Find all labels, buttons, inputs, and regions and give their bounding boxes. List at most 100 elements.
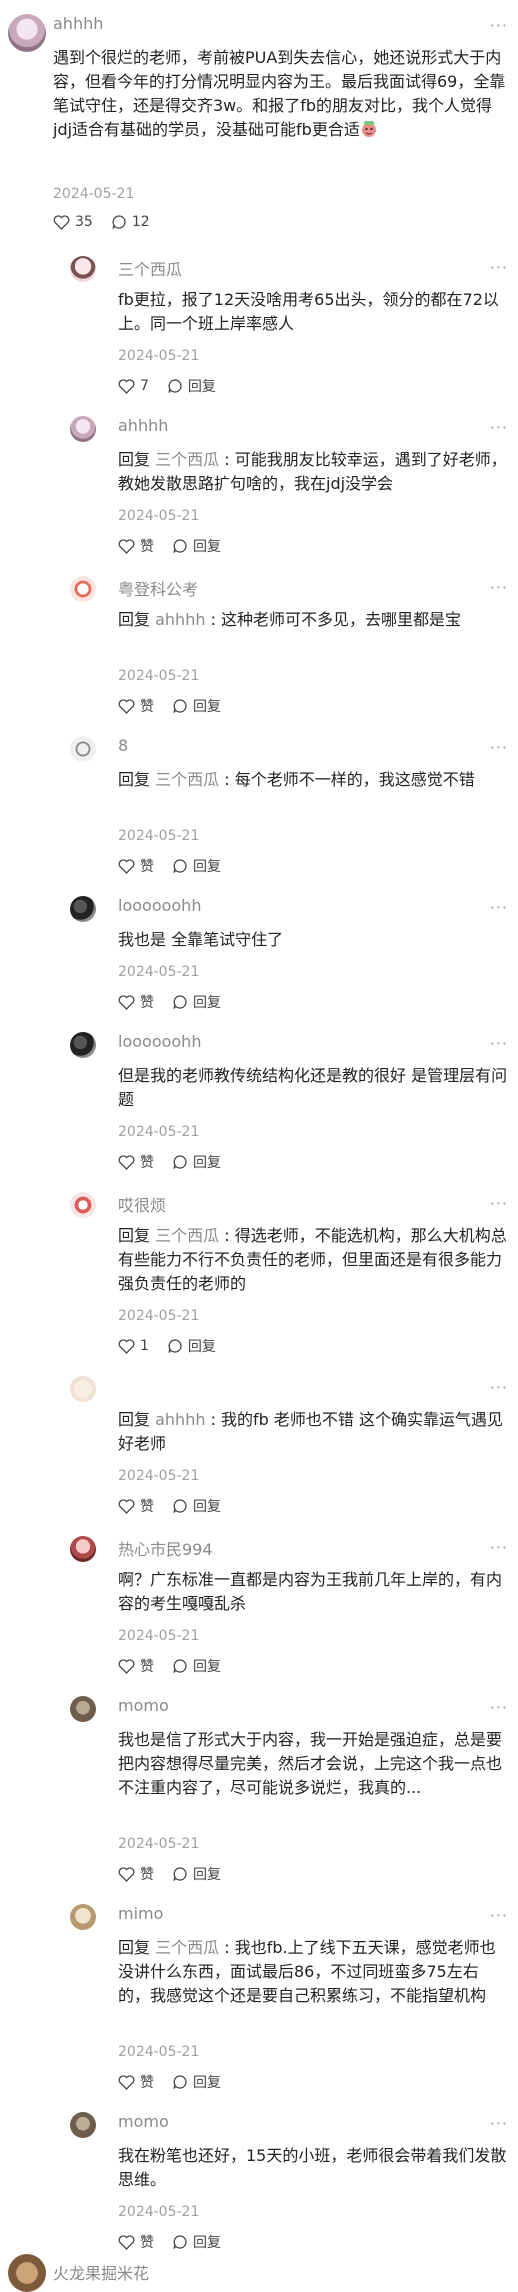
reply-avatar[interactable] [70, 1904, 96, 1930]
more-options-icon[interactable]: ··· [490, 738, 508, 757]
reply-button[interactable]: 回复 [167, 376, 216, 396]
reply-label: 回复 [193, 995, 221, 1011]
reply-avatar[interactable] [70, 1376, 96, 1402]
reply-colon: : [219, 770, 235, 789]
reply-actions: 赞 回复 [118, 1152, 221, 1172]
reply-username[interactable]: 热心市民994 [118, 1536, 213, 1560]
reply-username[interactable]: ahhhh [118, 416, 168, 435]
reply-avatar[interactable] [70, 736, 96, 762]
more-options-icon[interactable]: ··· [490, 1538, 508, 1557]
heart-icon [118, 1866, 135, 1882]
reply-label: 回复 [193, 859, 221, 875]
comment-text-content: 遇到个很烂的老师，考前被PUA到失去信心，她还说形式大于内容，但看今年的打分情况… [53, 48, 506, 139]
reply-username[interactable]: loooooohh [118, 896, 201, 915]
like-count: 赞 [140, 1867, 154, 1883]
like-button[interactable]: 赞 [118, 1496, 154, 1516]
like-button[interactable]: 赞 [118, 856, 154, 876]
like-button[interactable]: 赞 [118, 2232, 154, 2252]
reply-button[interactable]: 回复 [172, 1496, 221, 1516]
reply-avatar[interactable] [70, 1536, 96, 1562]
more-options-icon[interactable]: ··· [490, 1698, 508, 1717]
like-button[interactable]: 35 [53, 214, 93, 230]
more-options-icon[interactable]: ··· [490, 1906, 508, 1925]
reply-button[interactable]: 回复 [172, 992, 221, 1012]
like-button[interactable]: 赞 [118, 1864, 154, 1884]
reply-text-content: 我在粉笔也还好，15天的小班，老师很会带着我们发散思维。 [118, 2146, 507, 2189]
reply-avatar[interactable] [70, 576, 96, 602]
reply-target-user[interactable]: 三个西瓜 [155, 450, 219, 469]
reply-target-user[interactable]: 三个西瓜 [155, 1226, 219, 1245]
comment-bubble-icon [172, 698, 188, 714]
reply-text-content: 每个老师不一样的，我这感觉不错 [234, 770, 475, 789]
reply-avatar[interactable] [70, 896, 96, 922]
reply-label: 回复 [187, 379, 216, 395]
reply-text: 啊？广东标准一直都是内容为王我前几年上岸的，有内容的考生嘎嘎乱杀 [118, 1568, 508, 1616]
more-options-icon[interactable]: ··· [490, 2114, 508, 2133]
avatar[interactable] [8, 2254, 46, 2292]
reply-target-user[interactable]: ahhhh [155, 1410, 205, 1429]
reply-button[interactable]: 回复 [172, 2072, 221, 2092]
reply-avatar[interactable] [70, 1696, 96, 1722]
like-button[interactable]: 1 [118, 1336, 149, 1356]
reply-username[interactable]: 粤登科公考 [118, 576, 198, 600]
reply-button[interactable]: 回复 [172, 696, 221, 716]
comment-bubble-icon [167, 378, 183, 394]
like-button[interactable]: 7 [118, 376, 149, 396]
reply-button[interactable]: 回复 [172, 856, 221, 876]
reply-username[interactable]: mimo [118, 1904, 163, 1923]
reply-button[interactable]: 12 [111, 214, 150, 230]
reply-button[interactable]: 回复 [172, 536, 221, 556]
heart-icon [118, 1658, 135, 1674]
more-options-icon[interactable]: ··· [490, 1194, 508, 1213]
like-button[interactable]: 赞 [118, 536, 154, 556]
comment-username[interactable]: 火龙果掘米花 [53, 2260, 149, 2284]
reply-target-user[interactable]: ahhhh [155, 610, 205, 629]
like-count: 7 [140, 378, 149, 394]
reply-avatar[interactable] [70, 2112, 96, 2138]
like-button[interactable]: 赞 [118, 2072, 154, 2092]
more-options-icon[interactable]: ··· [490, 258, 508, 277]
reply-label: 回复 [193, 1867, 221, 1883]
reply-avatar[interactable] [70, 1032, 96, 1058]
reply-date: 2024-05-21 [118, 508, 200, 524]
reply-button[interactable]: 回复 [172, 1656, 221, 1676]
avatar[interactable] [8, 14, 46, 52]
reply-date: 2024-05-21 [118, 1124, 200, 1140]
reply-button[interactable]: 回复 [172, 1864, 221, 1884]
reply-username[interactable]: 8 [118, 736, 128, 755]
reply-button[interactable]: 回复 [167, 1336, 216, 1356]
reply-avatar[interactable] [70, 1192, 96, 1218]
reply-count: 12 [131, 214, 150, 230]
reply-date: 2024-05-21 [118, 964, 200, 980]
like-button[interactable]: 赞 [118, 696, 154, 716]
reply-button[interactable]: 回复 [172, 1152, 221, 1172]
comment-username[interactable]: ahhhh [53, 14, 103, 33]
reply-username[interactable]: momo [118, 2112, 169, 2131]
more-options-icon[interactable]: ··· [490, 1034, 508, 1053]
like-button[interactable]: 赞 [118, 992, 154, 1012]
reply-prefix: 回复 [118, 610, 151, 629]
more-options-icon[interactable]: ··· [490, 418, 508, 437]
reply-target-user[interactable]: 三个西瓜 [155, 1938, 219, 1957]
more-options-icon[interactable]: ··· [490, 16, 508, 35]
like-button[interactable]: 赞 [118, 1152, 154, 1172]
more-options-icon[interactable]: ··· [490, 578, 508, 597]
reply-actions: 赞 回复 [118, 2072, 221, 2092]
heart-icon [118, 1338, 135, 1354]
reply-username[interactable]: loooooohh [118, 1032, 201, 1051]
reply-avatar[interactable] [70, 416, 96, 442]
more-options-icon[interactable]: ··· [490, 898, 508, 917]
comment-date: 2024-05-21 [53, 186, 135, 202]
reply-label: 回复 [193, 2235, 221, 2251]
like-button[interactable]: 赞 [118, 1656, 154, 1676]
reply-username[interactable]: momo [118, 1696, 169, 1715]
reply-text: 回复 三个西瓜 : 可能我朋友比较幸运，遇到了好老师，教她发散思路扩句啥的，我在… [118, 448, 508, 496]
reply-target-user[interactable]: 三个西瓜 [155, 770, 219, 789]
more-options-icon[interactable]: ··· [490, 1378, 508, 1397]
reply-button[interactable]: 回复 [172, 2232, 221, 2252]
comment-actions: 35 12 [53, 214, 150, 230]
reply-username[interactable]: 哎很烦 [118, 1192, 166, 1216]
reply-username[interactable]: 三个西瓜 [118, 256, 182, 280]
reply-avatar[interactable] [70, 256, 96, 282]
reply-colon: : [219, 1938, 235, 1957]
